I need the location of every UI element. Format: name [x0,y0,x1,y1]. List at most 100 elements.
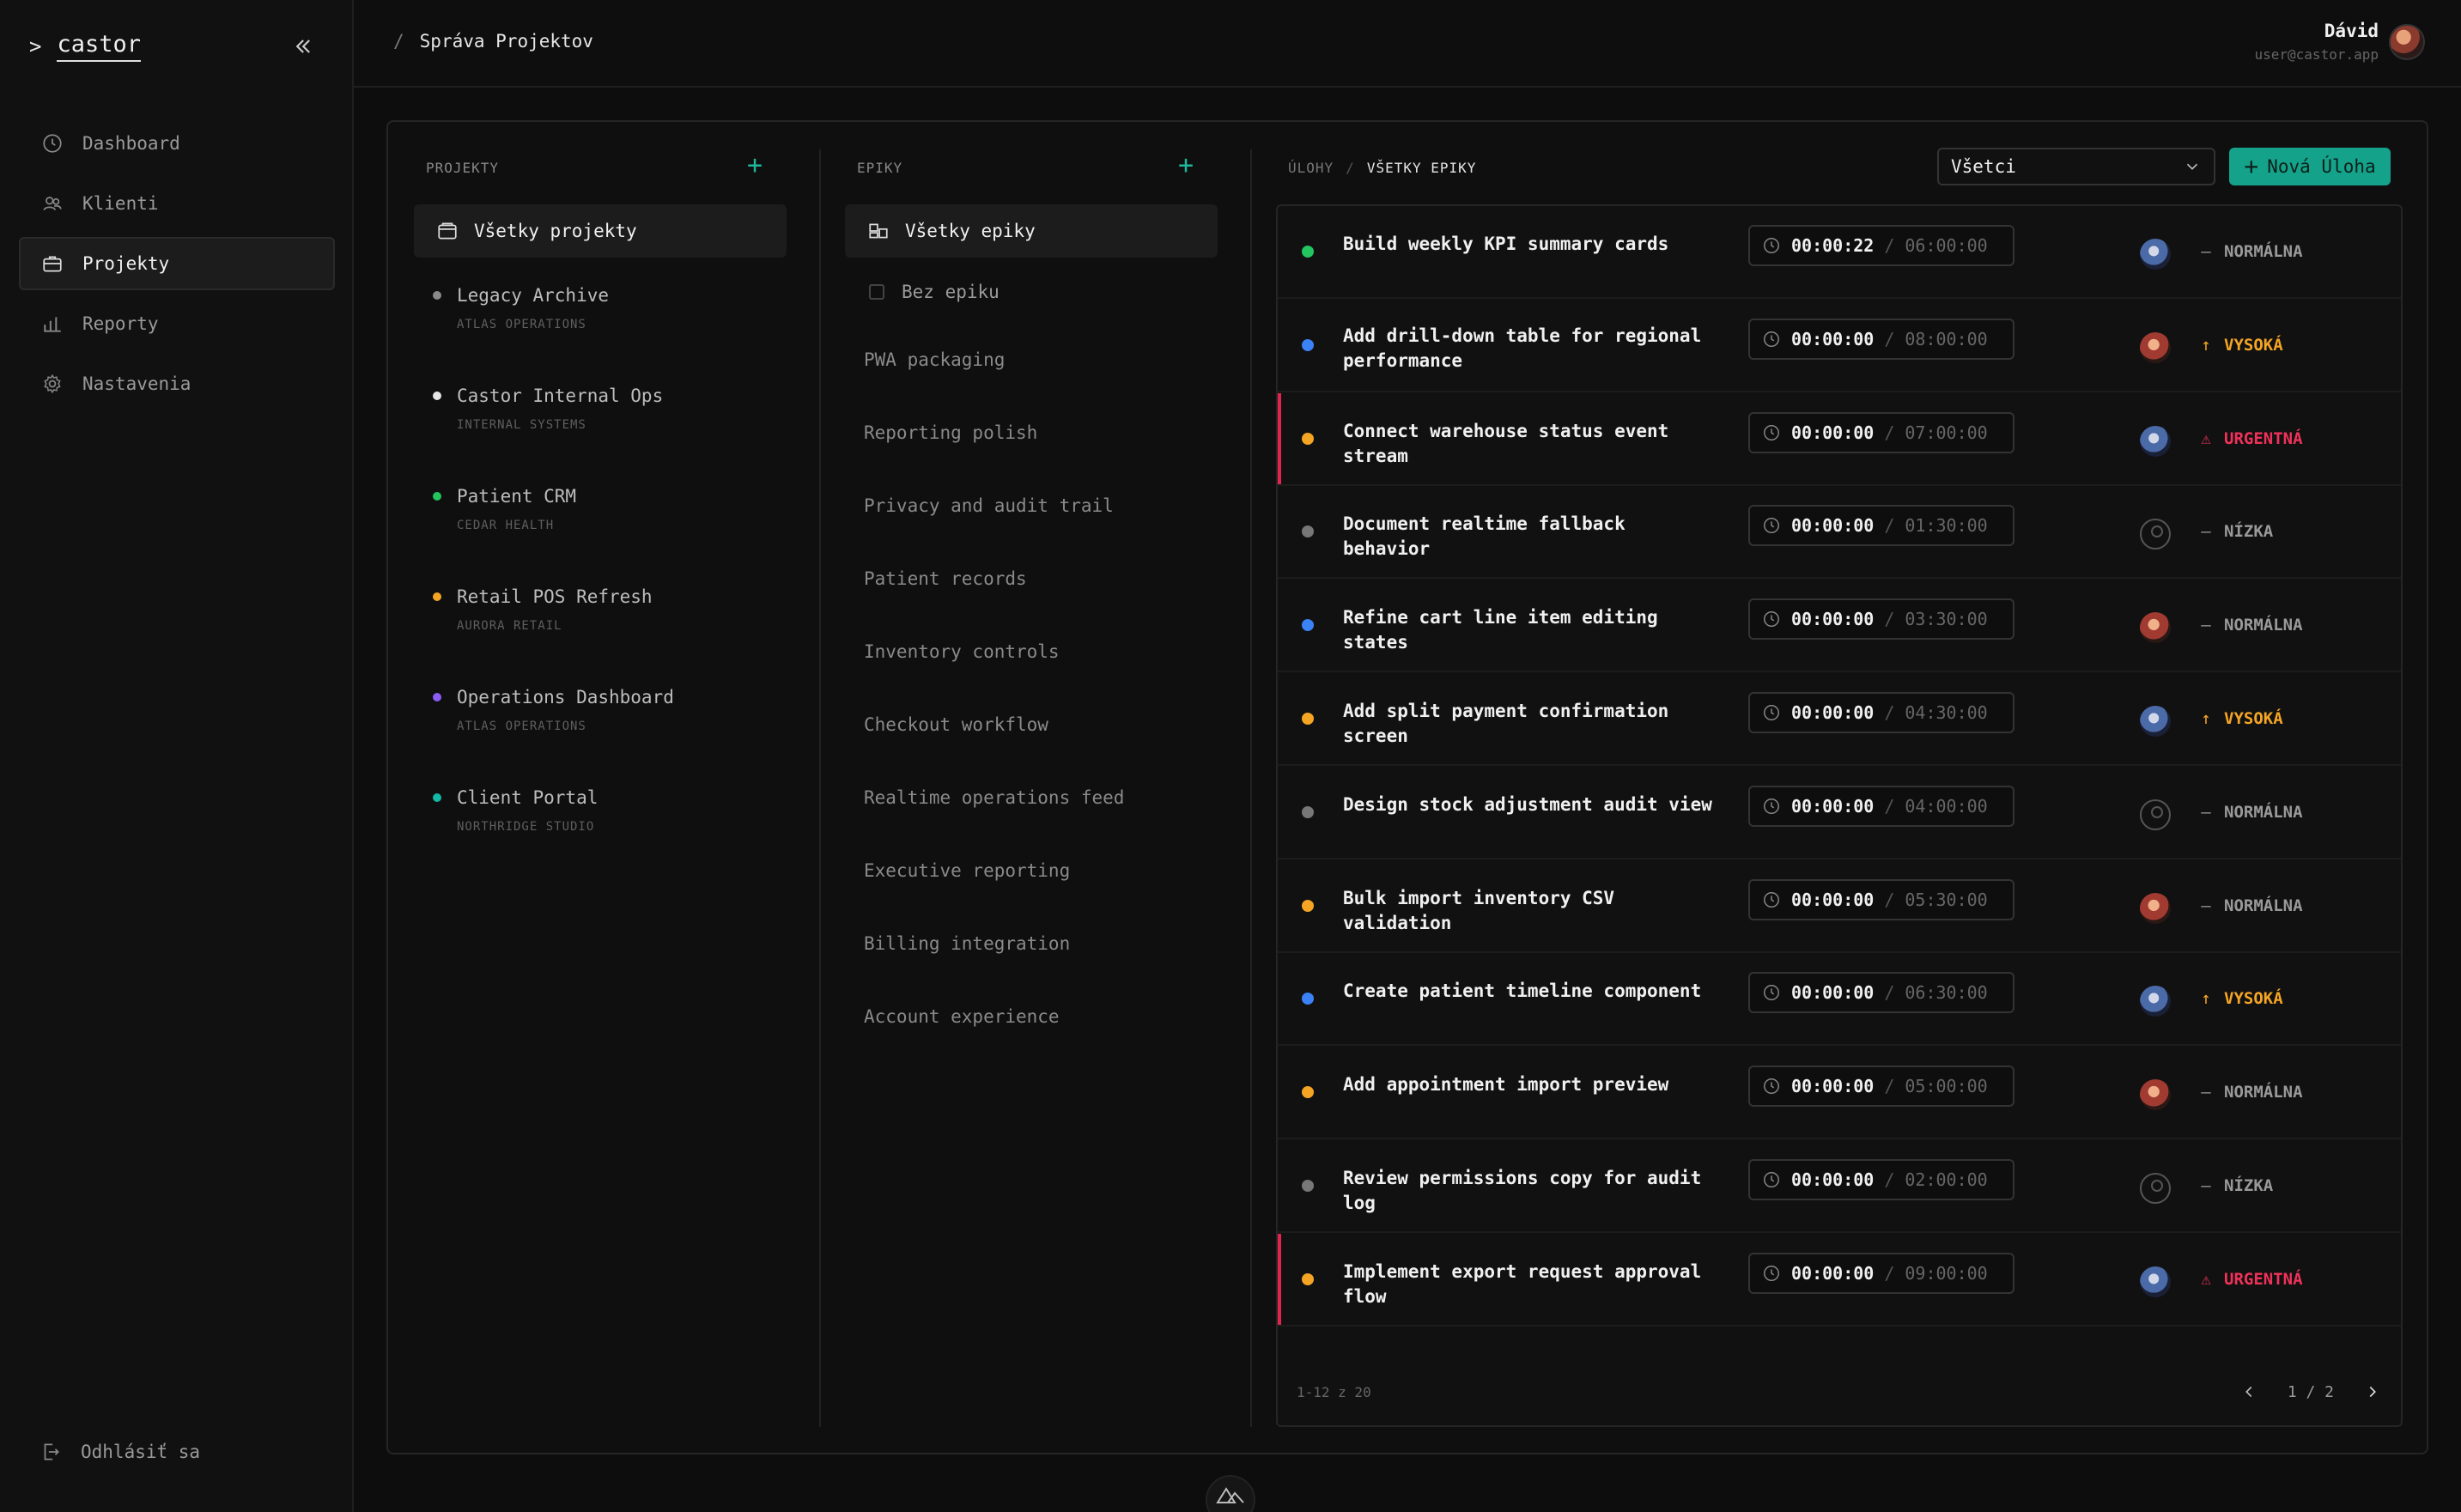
assignee-avatar[interactable] [2140,331,2171,363]
sidebar-item-nastavenia[interactable]: Nastavenia [19,357,335,410]
task-estimate: 04:00:00 [1905,795,1988,817]
epic-item[interactable]: PWA packaging [864,345,1124,418]
priority-icon: — [2201,802,2211,822]
breadcrumb-current[interactable]: Správa Projektov [420,31,593,52]
user-avatar[interactable] [2389,24,2425,60]
unassigned-user-icon[interactable] [2140,519,2171,550]
epic-item[interactable]: Patient records [864,564,1124,637]
collapse-sidebar-icon[interactable] [290,34,314,58]
epic-item[interactable]: Privacy and audit trail [864,491,1124,564]
project-list: Legacy Archive ATLAS OPERATIONS Castor Int… [433,285,674,888]
clock-icon [1764,1078,1779,1095]
project-item[interactable]: Legacy Archive ATLAS OPERATIONS [433,285,674,386]
user-info[interactable]: Dávid user@castor.app [2255,21,2379,63]
task-row[interactable]: Add split payment confirmation screen 00:… [1278,673,2401,766]
project-color-dot [433,793,441,802]
task-priority: ↑ VYSOKÁ [2197,709,2282,728]
epic-item[interactable]: Account experience [864,1002,1124,1075]
epic-item[interactable]: Executive reporting [864,856,1124,929]
epic-item[interactable]: Checkout workflow [864,710,1124,783]
epic-item[interactable]: Realtime operations feed [864,783,1124,856]
task-timer[interactable]: 00:00:22 / 06:00:00 [1748,225,2014,266]
add-project-button[interactable]: + [747,153,763,179]
clock-icon [1764,611,1779,628]
task-row[interactable]: Bulk import inventory CSV validation 00:0… [1278,860,2401,953]
all-epics-item[interactable]: Všetky epiky [845,204,1218,258]
assignee-filter-select[interactable]: Všetci [1937,148,2215,185]
priority-icon: — [2201,522,2211,542]
assignee-avatar[interactable] [2140,1266,2171,1297]
unassigned-user-icon[interactable] [2140,799,2171,830]
chevron-right-icon[interactable] [2363,1382,2382,1401]
project-item[interactable]: Client Portal NORTHRIDGE STUDIO [433,787,674,888]
brand[interactable]: > castor [29,31,141,62]
task-timer[interactable]: 00:00:00 / 06:30:00 [1748,972,2014,1014]
sidebar-item-projekty[interactable]: Projekty [19,237,335,290]
task-timer[interactable]: 00:00:00 / 05:30:00 [1748,878,2014,920]
task-row[interactable]: Add drill-down table for regional perfor… [1278,300,2401,392]
task-title: Add appointment import preview [1343,1074,1669,1096]
tasks-crumb-root[interactable]: ÚLOHY [1288,160,1334,176]
timer-separator: / [1884,235,1895,256]
app-logo-button[interactable] [1206,1475,1255,1512]
assignee-avatar[interactable] [2140,892,2171,924]
timer-separator: / [1884,609,1895,630]
assignee-avatar[interactable] [2140,612,2171,644]
task-row[interactable]: Create patient timeline component 00:00:0… [1278,953,2401,1047]
task-row[interactable]: Connect warehouse status event stream 00:… [1278,392,2401,486]
priority-label: VYSOKÁ [2224,335,2283,355]
new-task-button[interactable]: + Nová Úloha [2229,148,2391,185]
task-estimate: 03:30:00 [1905,609,1988,630]
task-estimate: 05:00:00 [1905,1076,1988,1097]
assignee-avatar[interactable] [2140,706,2171,737]
epic-item[interactable]: Inventory controls [864,637,1124,710]
assignee-avatar[interactable] [2140,986,2171,1017]
sidebar-item-dashboard[interactable]: Dashboard [19,117,335,170]
sidebar-item-label: Klienti [82,193,159,214]
project-item[interactable]: Operations Dashboard ATLAS OPERATIONS [433,687,674,787]
sidebar-item-klienti[interactable]: Klienti [19,177,335,230]
task-timer[interactable]: 00:00:00 / 05:00:00 [1748,1066,2014,1108]
task-row[interactable]: Build weekly KPI summary cards 00:00:22/0… [1278,206,2401,299]
task-row[interactable]: Design stock adjustment audit view 00:00:… [1278,767,2401,859]
no-epic-filter[interactable]: Bez epiku [869,282,1000,302]
assignee-avatar[interactable] [2140,425,2171,457]
task-elapsed: 00:00:00 [1791,1076,1875,1097]
checkbox-icon [869,284,884,300]
task-status-dot [1302,993,1314,1005]
task-timer[interactable]: 00:00:00 / 03:30:00 [1748,598,2014,641]
task-row[interactable]: Review permissions copy for audit log 00:… [1278,1140,2401,1233]
project-item[interactable]: Retail POS Refresh AURORA RETAIL [433,586,674,687]
task-status-dot [1302,619,1314,632]
logout-button[interactable]: Odhlásiť sa [39,1441,200,1463]
top-bar: / Správa Projektov Dávid user@castor.app [354,0,2461,88]
add-epic-button[interactable]: + [1178,153,1194,179]
task-timer[interactable]: 00:00:00 / 09:00:00 [1748,1252,2014,1294]
priority-icon: — [2201,896,2211,915]
project-item[interactable]: Patient CRM CEDAR HEALTH [433,486,674,586]
task-row[interactable]: Implement export request approval flow 00… [1278,1233,2401,1327]
assignee-avatar[interactable] [2140,1079,2171,1111]
task-title: Document realtime fallback behavior [1343,513,1625,560]
task-timer[interactable]: 00:00:00 / 04:00:00 [1748,785,2014,827]
task-row[interactable]: Document realtime fallback behavior 00:00… [1278,486,2401,580]
all-projects-item[interactable]: Všetky projekty [414,204,787,258]
task-timer[interactable]: 00:00:00 / 08:00:00 [1748,318,2014,360]
clock-icon [1764,424,1779,440]
sidebar-item-reporty[interactable]: Reporty [19,297,335,350]
assignee-avatar[interactable] [2140,239,2171,270]
chevron-left-icon[interactable] [2239,1382,2258,1401]
task-title: Add drill-down table for regional perfor… [1343,325,1702,371]
task-timer[interactable]: 00:00:00 / 07:00:00 [1748,411,2014,453]
task-row[interactable]: Add appointment import preview 00:00:00/0… [1278,1047,2401,1140]
task-timer[interactable]: 00:00:00 / 04:30:00 [1748,692,2014,733]
task-row[interactable]: Refine cart line item editing states 00:0… [1278,580,2401,673]
epic-item[interactable]: Reporting polish [864,418,1124,491]
unassigned-user-icon[interactable] [2140,1173,2171,1204]
task-timer[interactable]: 00:00:00 / 02:00:00 [1748,1159,2014,1200]
project-color-dot [433,392,441,400]
sidebar-item-label: Dashboard [82,133,180,154]
task-timer[interactable]: 00:00:00 / 01:30:00 [1748,505,2014,547]
project-item[interactable]: Castor Internal Ops INTERNAL SYSTEMS [433,386,674,486]
epic-item[interactable]: Billing integration [864,929,1124,1002]
